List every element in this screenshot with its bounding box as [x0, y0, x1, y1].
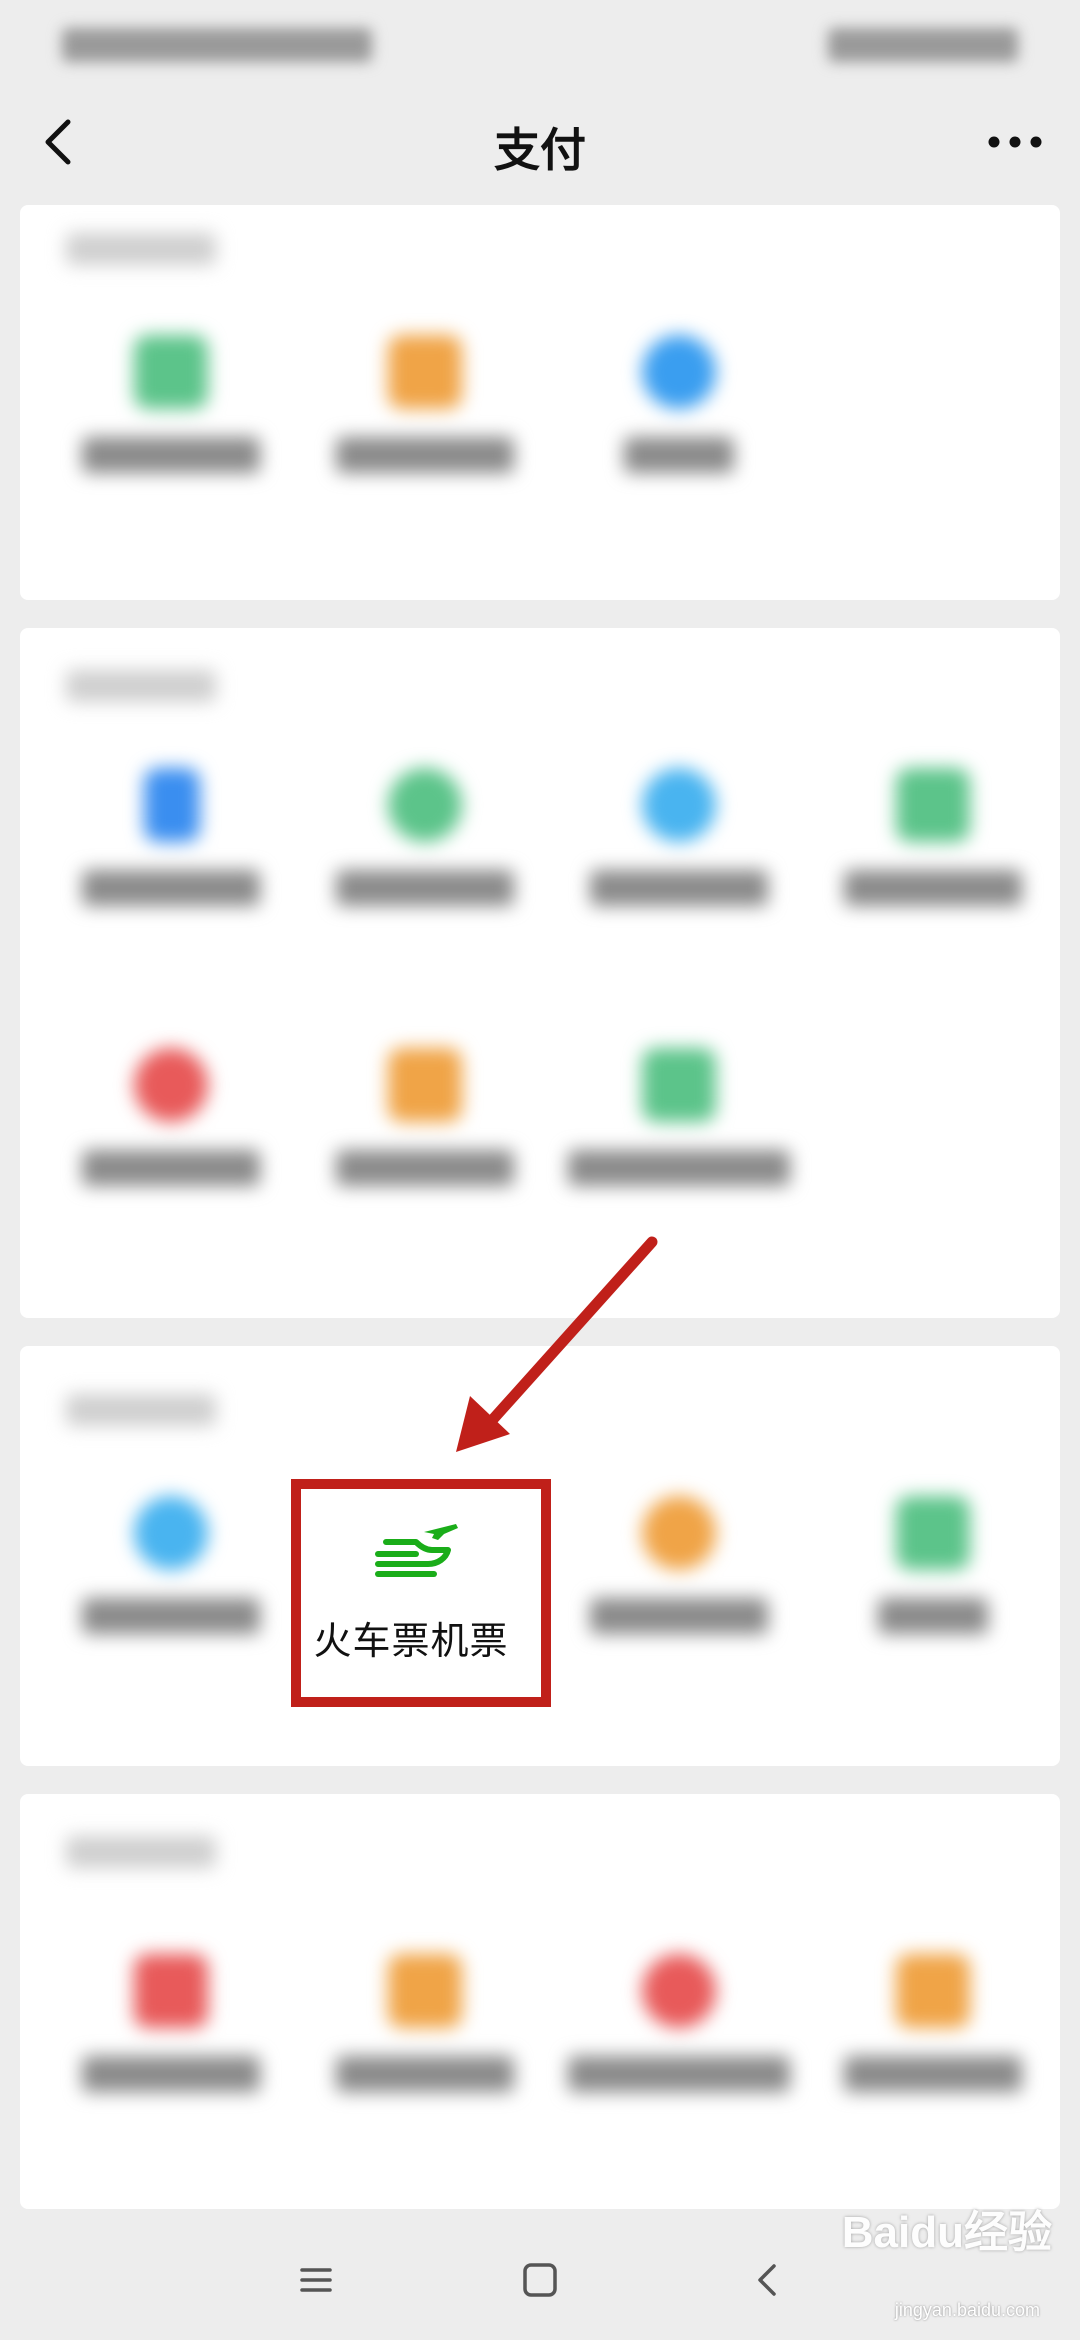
- status-time-blurred: [62, 28, 372, 62]
- blurred-service-tile[interactable]: [310, 305, 540, 545]
- blurred-service-tile[interactable]: [564, 1924, 794, 2164]
- service-section-2: [20, 628, 1060, 1318]
- baidu-watermark-url: jingyan.baidu.com: [894, 2300, 1040, 2320]
- blurred-service-tile[interactable]: [56, 1924, 286, 2164]
- blurred-service-tile[interactable]: [564, 1466, 794, 1706]
- status-bar: [0, 0, 1080, 92]
- highlight-annotation-box: [291, 1479, 551, 1707]
- blurred-service-tile[interactable]: [818, 1924, 1048, 2164]
- blurred-service-tile[interactable]: [564, 305, 794, 545]
- navigation-bar: 支付: [0, 92, 1080, 192]
- back-button-icon[interactable]: [738, 2250, 798, 2310]
- blurred-service-tile[interactable]: [564, 738, 794, 978]
- recent-apps-icon[interactable]: [286, 2250, 346, 2310]
- page-title: 支付: [494, 124, 586, 176]
- home-button-icon[interactable]: [510, 2250, 570, 2310]
- blurred-service-tile[interactable]: [56, 305, 286, 545]
- blurred-service-tile[interactable]: [56, 738, 286, 978]
- blurred-service-tile[interactable]: [310, 738, 540, 978]
- service-section-1: [20, 205, 1060, 600]
- blurred-service-tile[interactable]: [818, 1466, 1048, 1706]
- annotation-arrow-icon: [456, 1236, 658, 1452]
- service-section-4: [20, 1794, 1060, 2209]
- status-indicators-blurred: [828, 28, 1018, 62]
- baidu-watermark: Baidu经验: [841, 2208, 1052, 2257]
- blurred-service-tile[interactable]: [56, 1466, 286, 1706]
- blurred-service-tile[interactable]: [818, 738, 1048, 978]
- more-options-icon[interactable]: [980, 112, 1050, 172]
- blurred-service-tile[interactable]: [56, 1018, 286, 1258]
- blurred-service-tile[interactable]: [310, 1924, 540, 2164]
